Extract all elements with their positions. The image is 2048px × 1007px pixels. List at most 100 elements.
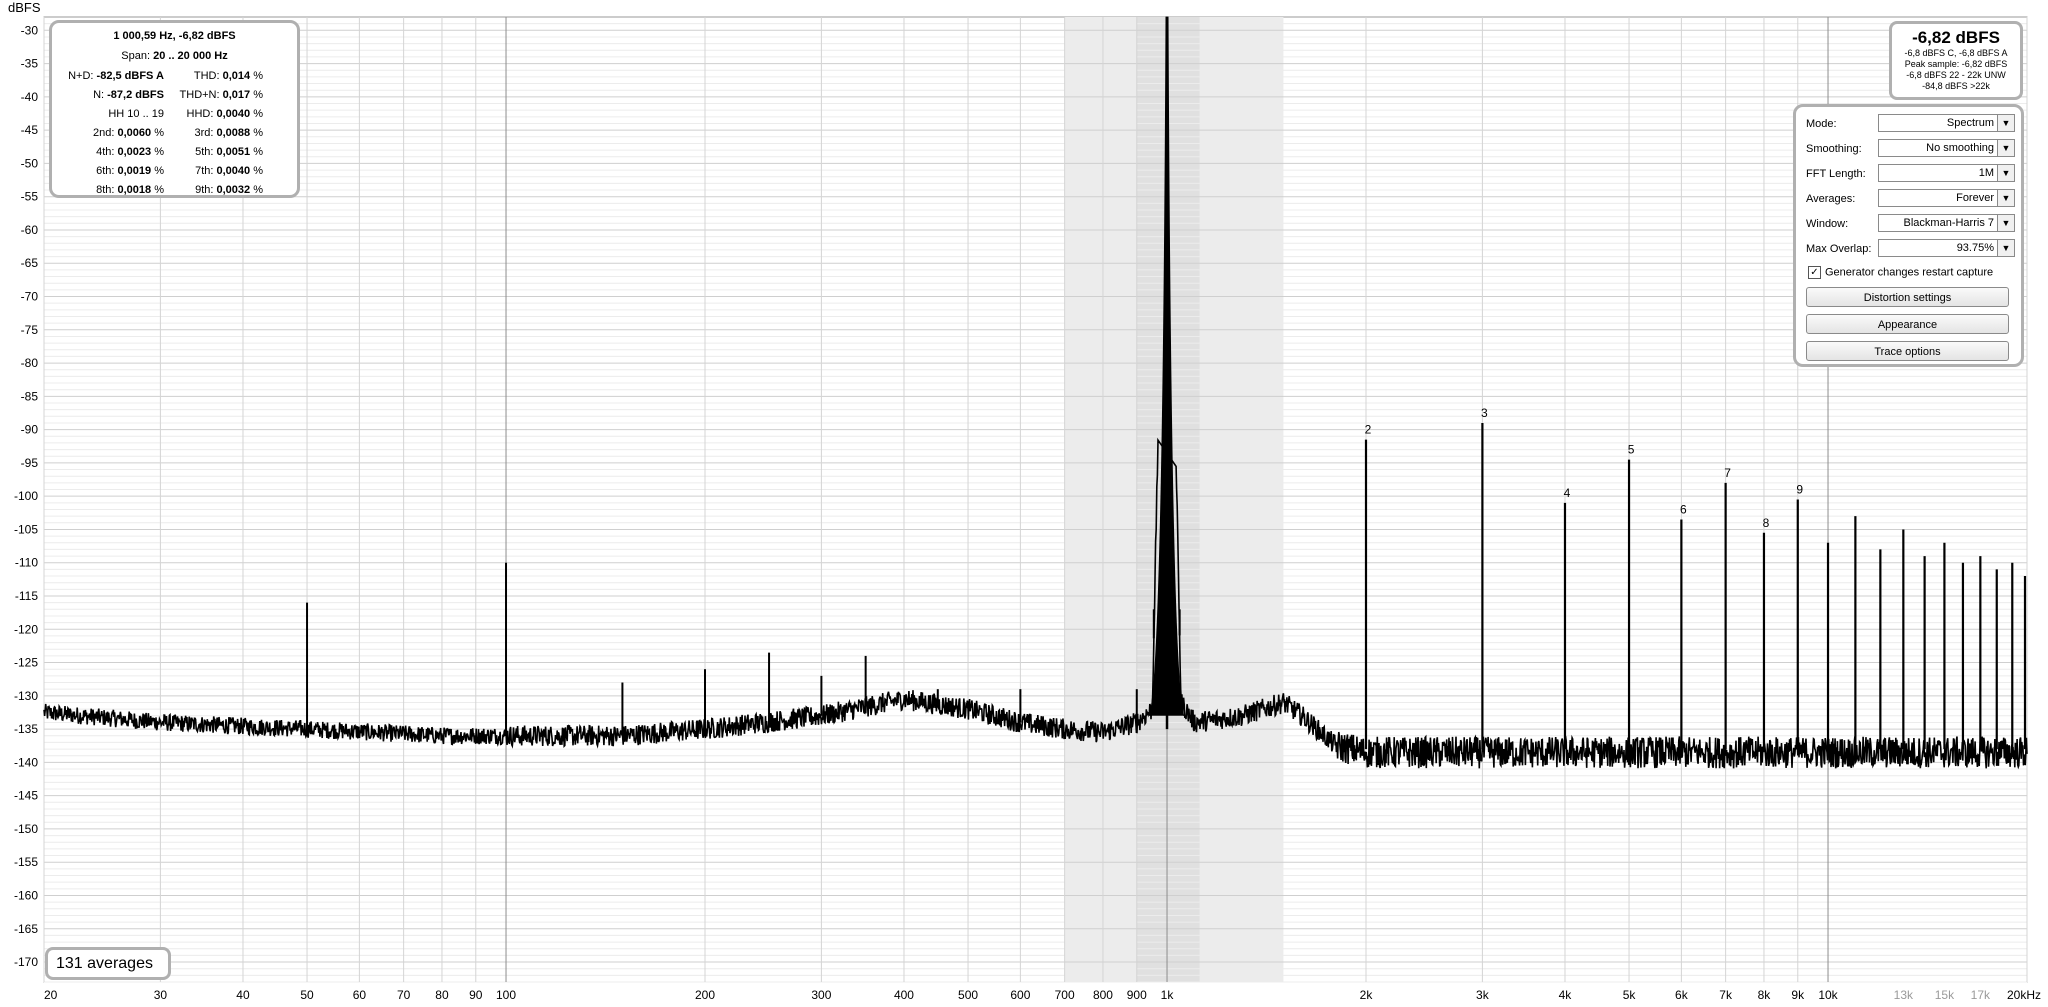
window-select[interactable]: Blackman-Harris 7 ▼ — [1878, 214, 2015, 232]
y-tick-label: -165 — [14, 922, 38, 936]
y-tick-label: -45 — [21, 123, 39, 137]
y-tick-label: -30 — [21, 23, 39, 37]
harmonic-label: 6 — [1680, 502, 1687, 516]
y-tick-label: -85 — [21, 389, 39, 403]
x-tick-label: 17k — [1971, 988, 1991, 1002]
plot-frame — [43, 16, 2028, 983]
x-tick-label: 20kHz — [2007, 988, 2041, 1002]
restart-capture-checkbox[interactable]: ✓ Generator changes restart capture — [1808, 266, 1993, 279]
mode-label: Mode: — [1806, 118, 1837, 130]
chevron-down-icon: ▼ — [1997, 115, 2014, 131]
harmonic-label: 7 — [1724, 466, 1731, 480]
window-label: Window: — [1806, 218, 1849, 230]
y-tick-label: -155 — [14, 855, 38, 869]
readout-left: 2nd: 0,0060 % — [93, 127, 164, 139]
analyser-controls-panel: Mode: Spectrum ▼ Smoothing: No smoothing… — [1793, 104, 2024, 367]
y-tick-label: -145 — [14, 789, 38, 803]
smoothing-select[interactable]: No smoothing ▼ — [1878, 139, 2015, 157]
x-tick-label: 200 — [695, 988, 715, 1002]
level-readout-panel[interactable]: -6,82 dBFS -6,8 dBFS C, -6,8 dBFS A Peak… — [1889, 21, 2023, 100]
readout-right: 3rd: 0,0088 % — [194, 127, 263, 139]
span-readout: Span: 20 .. 20 000 Hz — [52, 50, 297, 62]
readout-right: HHD: 0,0040 % — [186, 108, 263, 120]
x-tick-label: 80 — [435, 988, 449, 1002]
readout-left: 6th: 0,0019 % — [96, 165, 164, 177]
smoothing-value: No smoothing — [1926, 142, 1994, 154]
x-tick-label: 6k — [1675, 988, 1689, 1002]
mode-value: Spectrum — [1946, 117, 1994, 129]
window-value: Blackman-Harris 7 — [1903, 217, 1994, 229]
readout-right: 9th: 0,0032 % — [195, 184, 263, 196]
chevron-down-icon: ▼ — [1997, 165, 2014, 181]
x-tick-label: 700 — [1055, 988, 1075, 1002]
averages-count-badge: 131 averages — [45, 947, 171, 980]
readout-left: N: -87,2 dBFS — [93, 89, 164, 101]
max-overlap-value: 93.75% — [1956, 242, 1994, 254]
chevron-down-icon: ▼ — [1997, 190, 2014, 206]
x-tick-label: 900 — [1127, 988, 1147, 1002]
x-tick-label: 1k — [1161, 988, 1175, 1002]
readout-left: HH 10 .. 19 — [108, 108, 164, 120]
x-tick-label: 50 — [300, 988, 314, 1002]
level-line: -84,8 dBFS >22k — [1922, 81, 1990, 91]
fft-length-select[interactable]: 1M ▼ — [1878, 164, 2015, 182]
max-overlap-label: Max Overlap: — [1806, 243, 1872, 255]
x-tick-label: 600 — [1010, 988, 1030, 1002]
span-value: 20 .. 20 000 Hz — [153, 50, 228, 62]
fft-length-value: 1M — [1978, 167, 1994, 179]
averages-label: Averages: — [1806, 193, 1856, 205]
y-tick-label: -50 — [21, 156, 39, 170]
harmonic-label: 3 — [1481, 406, 1488, 420]
level-main-value: -6,82 dBFS — [1912, 28, 2000, 47]
x-tick-label: 3k — [1476, 988, 1490, 1002]
trace-options-button[interactable]: Trace options — [1806, 341, 2009, 361]
x-tick-label: 7k — [1719, 988, 1733, 1002]
y-tick-label: -55 — [21, 190, 39, 204]
y-tick-label: -115 — [15, 589, 38, 603]
harmonic-label: 8 — [1763, 516, 1770, 530]
distortion-readout-panel[interactable]: 1 000,59 Hz, -6,82 dBFS Span: 20 .. 20 0… — [49, 20, 300, 198]
max-overlap-select[interactable]: 93.75% ▼ — [1878, 239, 2015, 257]
x-tick-label: 60 — [353, 988, 367, 1002]
y-tick-label: -140 — [14, 755, 38, 769]
x-tick-label: 90 — [469, 988, 483, 1002]
checkmark-icon: ✓ — [1808, 266, 1821, 279]
y-tick-label: -80 — [21, 356, 39, 370]
readout-left: 8th: 0,0018 % — [96, 184, 164, 196]
chevron-down-icon: ▼ — [1997, 240, 2014, 256]
harmonic-label: 9 — [1796, 483, 1803, 497]
x-tick-label: 70 — [397, 988, 411, 1002]
harmonic-label: 5 — [1628, 443, 1635, 457]
readout-left: N+D: -82,5 dBFS A — [68, 70, 164, 82]
spectrum-plot[interactable]: -30 -35 -40 -45 -50 -55 -60 -65 -70 -75 -80 -85 -90 -… — [0, 0, 2048, 1007]
y-axis-unit: dBFS — [8, 0, 41, 15]
x-tick-label: 500 — [958, 988, 978, 1002]
averages-select[interactable]: Forever ▼ — [1878, 189, 2015, 207]
x-tick-label: 5k — [1623, 988, 1637, 1002]
y-tick-label: -130 — [14, 689, 38, 703]
distortion-settings-button[interactable]: Distortion settings — [1806, 287, 2009, 307]
appearance-button[interactable]: Appearance — [1806, 314, 2009, 334]
y-tick-label: -135 — [14, 722, 38, 736]
chevron-down-icon: ▼ — [1997, 215, 2014, 231]
readout-right: THD: 0,014 % — [193, 70, 263, 82]
cursor-readout: 1 000,59 Hz, -6,82 dBFS — [113, 30, 236, 42]
y-tick-label: -40 — [21, 90, 39, 104]
x-tick-label: 20 — [44, 988, 58, 1002]
x-tick-label: 800 — [1093, 988, 1113, 1002]
y-tick-label: -170 — [14, 955, 38, 969]
x-tick-label: 4k — [1559, 988, 1573, 1002]
x-tick-label: 2k — [1360, 988, 1374, 1002]
y-tick-label: -150 — [14, 822, 38, 836]
y-tick-label: -95 — [21, 456, 39, 470]
spectrum-chart: -30 -35 -40 -45 -50 -55 -60 -65 -70 -75 -80 -85 -90 -… — [14, 16, 2041, 1002]
y-tick-label: -60 — [21, 223, 39, 237]
x-tick-label: 10k — [1818, 988, 1838, 1002]
mode-select[interactable]: Spectrum ▼ — [1878, 114, 2015, 132]
level-line: -6,8 dBFS C, -6,8 dBFS A — [1904, 48, 2008, 58]
x-tick-label: 100 — [496, 988, 516, 1002]
chevron-down-icon: ▼ — [1997, 140, 2014, 156]
level-line: Peak sample: -6,82 dBFS — [1904, 59, 2008, 69]
harmonic-label: 4 — [1564, 486, 1571, 500]
y-tick-label: -120 — [14, 622, 38, 636]
